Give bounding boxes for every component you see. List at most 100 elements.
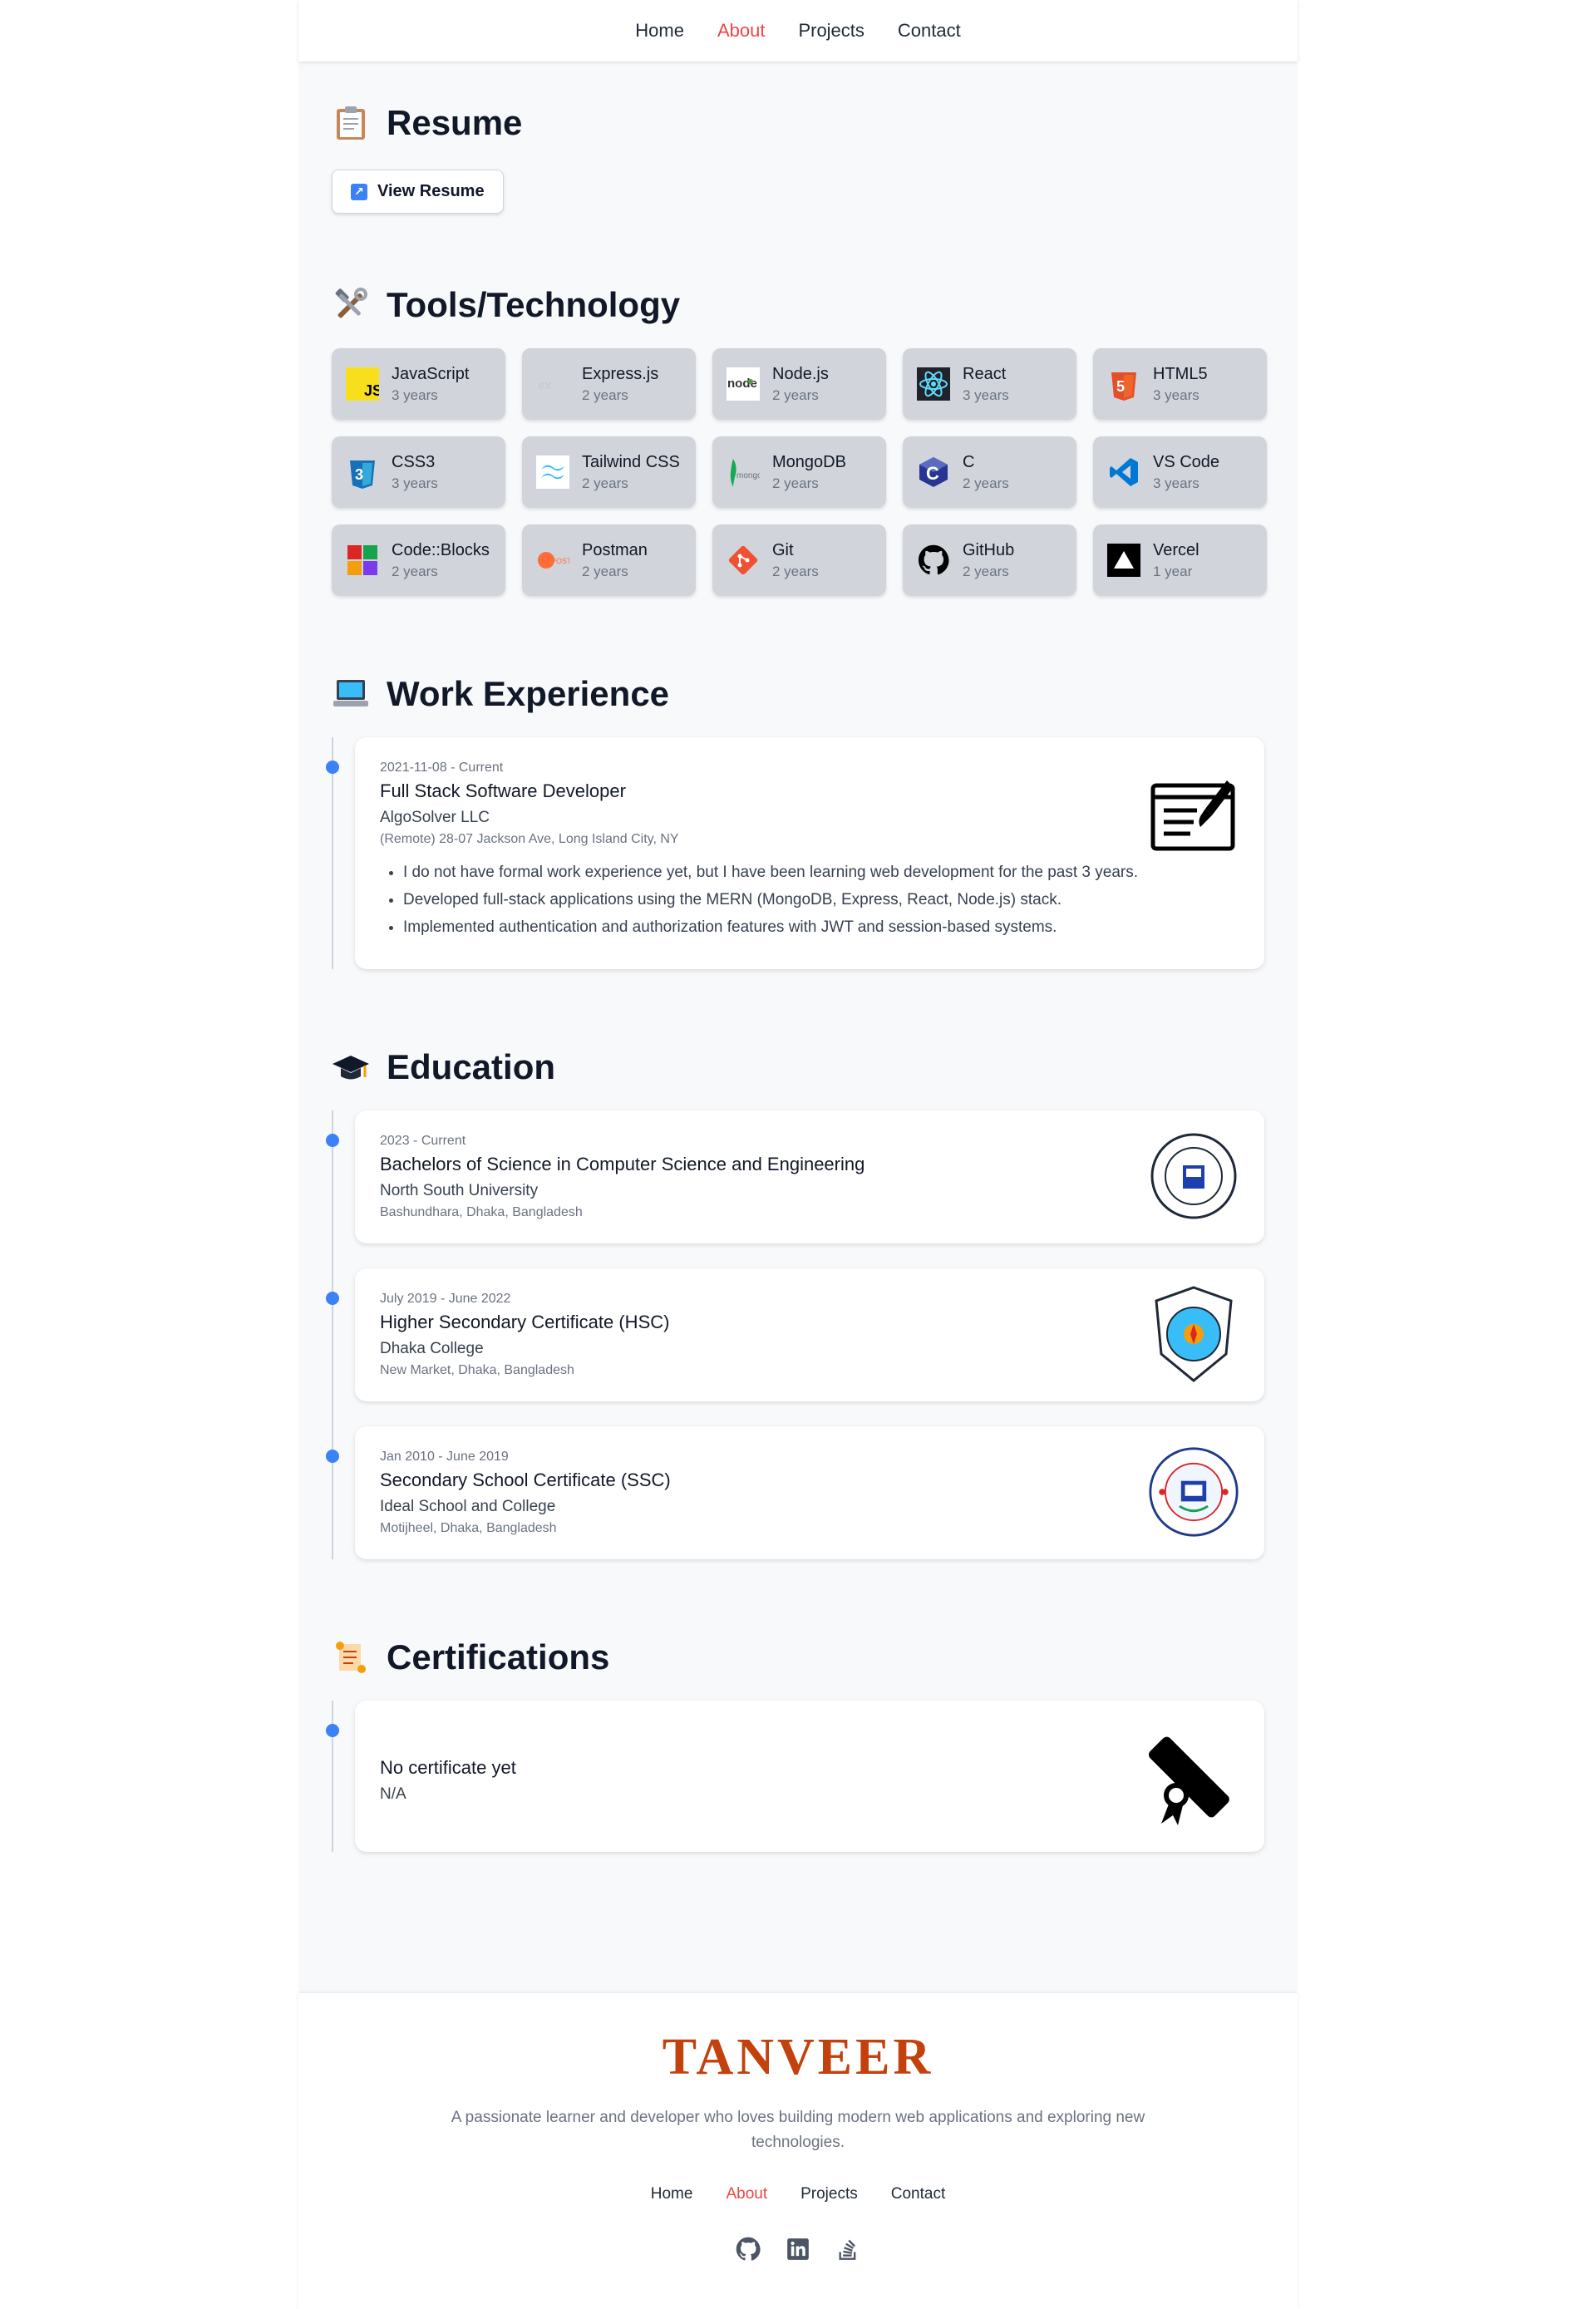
- footer-nav: Home About Projects Contact: [298, 2185, 1298, 2203]
- timeline-dot: [326, 1134, 339, 1147]
- education-card: July 2019 - June 2022 Higher Secondary C…: [355, 1268, 1264, 1401]
- mongodb-icon: mongoDB: [726, 455, 761, 490]
- footer-link-projects[interactable]: Projects: [800, 2185, 858, 2203]
- tool-years: 3 years: [1153, 386, 1199, 403]
- tool-name: Node.js: [772, 364, 829, 383]
- tool-name: JavaScript: [392, 364, 470, 383]
- timeline-dot: [326, 1292, 339, 1305]
- github-icon[interactable]: [736, 2237, 761, 2262]
- tool-text: Node.js 2 years: [772, 365, 829, 404]
- certifications-timeline: No certificate yet N/A: [326, 1701, 1264, 1852]
- javascript-icon: JS: [345, 367, 380, 401]
- tool-years: 2 years: [772, 563, 819, 579]
- work-section: Work Experience 2021-11-08 - Current Ful…: [326, 674, 1264, 969]
- education-item: Jan 2010 - June 2019 Secondary School Ce…: [326, 1426, 1264, 1559]
- git-icon: [726, 543, 761, 578]
- tool-card: Code::Blocks 2 years: [332, 524, 505, 596]
- tool-text: Git 2 years: [772, 541, 819, 580]
- education-date: July 2019 - June 2022: [380, 1292, 511, 1306]
- tool-name: Express.js: [582, 364, 659, 383]
- education-location: Motijheel, Dhaka, Bangladesh: [380, 1521, 557, 1535]
- tools-grid: JS JavaScript 3 years ex Express.js 2 years no…: [332, 348, 1267, 596]
- page: Home About Projects Contact Resume ↗ Vie…: [298, 0, 1298, 2309]
- work-bullet: Developed full-stack applications using …: [403, 891, 1239, 909]
- certification-card: No certificate yet N/A: [355, 1701, 1264, 1852]
- tool-name: CSS3: [392, 452, 436, 471]
- view-resume-label: View Resume: [377, 182, 485, 200]
- tool-name: Postman: [582, 540, 648, 559]
- education-date: 2023 - Current: [380, 1134, 466, 1148]
- nav-projects[interactable]: Projects: [798, 20, 864, 42]
- stackoverflow-icon[interactable]: [835, 2237, 860, 2262]
- linkedin-icon[interactable]: [786, 2237, 810, 2262]
- tool-name: Git: [772, 540, 794, 559]
- html5-icon: 5: [1106, 367, 1141, 401]
- postman-icon: POSTMAN: [535, 543, 570, 578]
- footer-link-home[interactable]: Home: [651, 2185, 693, 2203]
- tool-name: MongoDB: [772, 452, 846, 471]
- tool-card: C C 2 years: [903, 436, 1076, 508]
- tailwind-icon: [535, 455, 570, 490]
- c-icon: C: [916, 455, 951, 490]
- work-location: (Remote) 28-07 Jackson Ave, Long Island …: [380, 832, 679, 846]
- tool-card: Git 2 years: [712, 524, 886, 596]
- timeline-dot: [326, 1724, 339, 1737]
- view-resume-button[interactable]: ↗ View Resume: [332, 170, 504, 214]
- footer-brand: TANVEER: [662, 2029, 934, 2085]
- tool-card: node Node.js 2 years: [712, 348, 886, 420]
- resume-section: Resume ↗ View Resume: [332, 103, 1264, 214]
- tool-years: 3 years: [392, 475, 438, 491]
- tool-card: React 3 years: [903, 348, 1076, 420]
- tool-text: CSS3 3 years: [392, 453, 438, 492]
- vercel-icon: [1106, 543, 1141, 578]
- diploma-icon: [1136, 1726, 1239, 1829]
- express-icon: ex: [535, 367, 570, 401]
- certifications-heading-row: Certifications: [332, 1637, 1264, 1677]
- svg-text:5: 5: [1116, 378, 1125, 395]
- education-timeline: 2023 - Current Bachelors of Science in C…: [326, 1110, 1264, 1559]
- footer-link-about[interactable]: About: [726, 2185, 767, 2203]
- footer-tagline: A passionate learner and developer who l…: [451, 2109, 1145, 2151]
- education-heading: Education: [387, 1047, 556, 1086]
- external-link-icon: ↗: [351, 183, 367, 200]
- education-title: Higher Secondary Certificate (HSC): [380, 1312, 670, 1332]
- tool-text: VS Code 3 years: [1153, 453, 1219, 492]
- tools-section: Tools/Technology JS JavaScript 3 years ex Ex…: [332, 285, 1267, 596]
- resume-heading-row: Resume: [332, 103, 1264, 143]
- footer-socials: [298, 2237, 1298, 2262]
- nav-home[interactable]: Home: [635, 20, 684, 42]
- tool-years: 3 years: [1153, 475, 1199, 491]
- tool-name: Tailwind CSS: [582, 452, 680, 471]
- svg-text:3: 3: [355, 466, 363, 483]
- tool-card: GitHub 2 years: [903, 524, 1076, 596]
- laptop-icon: [332, 675, 370, 713]
- nav-about[interactable]: About: [717, 20, 766, 42]
- nodejs-icon: node: [726, 367, 761, 401]
- education-title: Secondary School Certificate (SSC): [380, 1470, 671, 1490]
- work-heading: Work Experience: [387, 674, 670, 713]
- tool-name: HTML5: [1153, 364, 1208, 383]
- tool-text: Express.js 2 years: [582, 365, 658, 404]
- tool-years: 2 years: [963, 475, 1009, 491]
- work-org: AlgoSolver LLC: [380, 809, 490, 826]
- tool-name: React: [963, 364, 1007, 383]
- footer-link-contact[interactable]: Contact: [891, 2185, 945, 2203]
- nsu-seal-icon: [1148, 1130, 1239, 1222]
- developer-icon: [1148, 770, 1239, 862]
- tool-years: 3 years: [392, 386, 438, 403]
- clipboard-icon: [332, 104, 370, 142]
- tools-heading: Tools/Technology: [387, 285, 681, 324]
- education-org: Dhaka College: [380, 1340, 484, 1357]
- nav-contact[interactable]: Contact: [898, 20, 961, 42]
- css3-icon: 3: [345, 455, 380, 490]
- education-location: Bashundhara, Dhaka, Bangladesh: [380, 1205, 583, 1219]
- tool-text: MongoDB 2 years: [772, 453, 846, 492]
- certification-title: No certificate yet: [380, 1757, 516, 1778]
- timeline-dot: [326, 761, 339, 774]
- tool-card: 3 CSS3 3 years: [332, 436, 505, 508]
- tool-text: Vercel 1 year: [1153, 541, 1199, 580]
- scroll-icon: [332, 1638, 370, 1676]
- work-heading-row: Work Experience: [332, 674, 1264, 714]
- tools-heading-row: Tools/Technology: [332, 285, 1264, 325]
- ideal-school-seal-icon: [1148, 1446, 1239, 1538]
